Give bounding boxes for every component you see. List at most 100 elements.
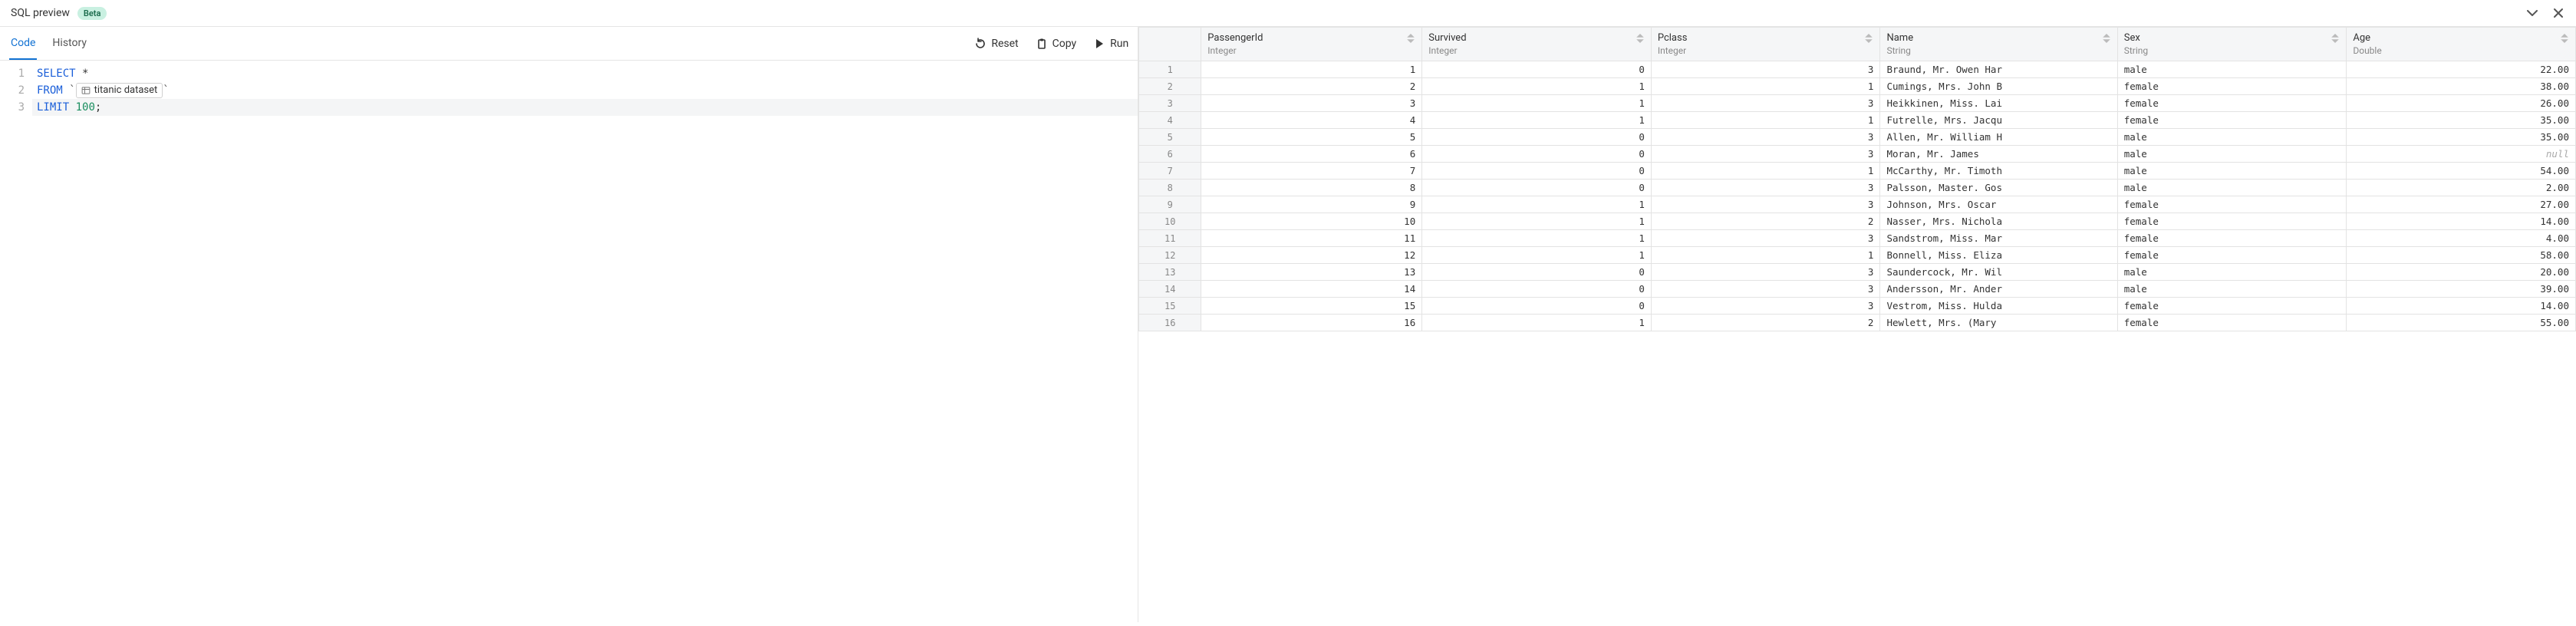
cell[interactable]: 12 bbox=[1201, 247, 1422, 264]
column-header[interactable]: AgeDouble bbox=[2347, 28, 2576, 61]
cell[interactable]: 10 bbox=[1201, 213, 1422, 230]
cell[interactable]: 8 bbox=[1201, 180, 1422, 196]
code-line[interactable]: SELECT * bbox=[32, 65, 1138, 82]
cell[interactable]: 7 bbox=[1201, 163, 1422, 180]
cell[interactable]: male bbox=[2117, 61, 2347, 78]
cell[interactable]: 2 bbox=[1651, 315, 1880, 331]
cell[interactable]: 1 bbox=[1422, 112, 1652, 129]
cell[interactable]: Johnson, Mrs. Oscar bbox=[1880, 196, 2117, 213]
cell[interactable]: female bbox=[2117, 95, 2347, 112]
cell[interactable]: 1 bbox=[1422, 247, 1652, 264]
sort-icon[interactable] bbox=[2102, 34, 2111, 43]
cell[interactable]: Andersson, Mr. Ander bbox=[1880, 281, 2117, 298]
table-row[interactable]: 4411Futrelle, Mrs. Jacqufemale35.00 bbox=[1139, 112, 2576, 129]
table-row[interactable]: 131303Saundercock, Mr. Wilmale20.00 bbox=[1139, 264, 2576, 281]
sort-icon[interactable] bbox=[2331, 34, 2340, 43]
grid-scroll[interactable]: PassengerIdIntegerSurvivedIntegerPclassI… bbox=[1138, 27, 2576, 622]
code-line[interactable]: FROM `titanic dataset` bbox=[32, 82, 1138, 99]
cell[interactable]: Hewlett, Mrs. (Mary bbox=[1880, 315, 2117, 331]
cell[interactable]: 35.00 bbox=[2347, 112, 2576, 129]
cell[interactable]: 3 bbox=[1651, 129, 1880, 146]
cell[interactable]: 3 bbox=[1651, 146, 1880, 163]
cell[interactable]: 54.00 bbox=[2347, 163, 2576, 180]
table-row[interactable]: 7701McCarthy, Mr. Timothmale54.00 bbox=[1139, 163, 2576, 180]
cell[interactable]: 14.00 bbox=[2347, 213, 2576, 230]
cell[interactable]: 2.00 bbox=[2347, 180, 2576, 196]
cell[interactable]: 0 bbox=[1422, 129, 1652, 146]
cell[interactable]: 26.00 bbox=[2347, 95, 2576, 112]
cell[interactable]: 0 bbox=[1422, 264, 1652, 281]
cell[interactable]: 20.00 bbox=[2347, 264, 2576, 281]
sort-icon[interactable] bbox=[2560, 34, 2569, 43]
copy-button[interactable]: Copy bbox=[1036, 38, 1077, 50]
reset-button[interactable]: Reset bbox=[974, 38, 1018, 50]
cell[interactable]: female bbox=[2117, 247, 2347, 264]
cell[interactable]: 27.00 bbox=[2347, 196, 2576, 213]
cell[interactable]: 13 bbox=[1201, 264, 1422, 281]
table-row[interactable]: 2211Cumings, Mrs. John Bfemale38.00 bbox=[1139, 78, 2576, 95]
table-row[interactable]: 111113Sandstrom, Miss. Marfemale4.00 bbox=[1139, 230, 2576, 247]
cell[interactable]: 3 bbox=[1651, 180, 1880, 196]
cell[interactable]: 58.00 bbox=[2347, 247, 2576, 264]
tab-code[interactable]: Code bbox=[9, 28, 37, 60]
cell[interactable]: 4 bbox=[1201, 112, 1422, 129]
cell[interactable]: female bbox=[2117, 196, 2347, 213]
cell[interactable]: 35.00 bbox=[2347, 129, 2576, 146]
cell[interactable]: 9 bbox=[1201, 196, 1422, 213]
cell[interactable]: 16 bbox=[1201, 315, 1422, 331]
cell[interactable]: 1 bbox=[1422, 315, 1652, 331]
cell[interactable]: male bbox=[2117, 180, 2347, 196]
cell[interactable]: Cumings, Mrs. John B bbox=[1880, 78, 2117, 95]
cell[interactable]: 0 bbox=[1422, 180, 1652, 196]
cell[interactable]: female bbox=[2117, 298, 2347, 315]
cell[interactable]: 1 bbox=[1651, 247, 1880, 264]
cell[interactable]: 3 bbox=[1651, 264, 1880, 281]
cell[interactable]: 1 bbox=[1651, 112, 1880, 129]
cell[interactable]: 0 bbox=[1422, 146, 1652, 163]
column-header[interactable]: PassengerIdInteger bbox=[1201, 28, 1422, 61]
dataset-chip[interactable]: titanic dataset bbox=[76, 83, 163, 98]
sql-editor[interactable]: 1 2 3 SELECT * FROM `titanic dataset` LI… bbox=[0, 61, 1138, 622]
cell[interactable]: 2 bbox=[1651, 213, 1880, 230]
cell[interactable]: 5 bbox=[1201, 129, 1422, 146]
cell[interactable]: 14.00 bbox=[2347, 298, 2576, 315]
column-header[interactable]: SurvivedInteger bbox=[1422, 28, 1652, 61]
cell[interactable]: 55.00 bbox=[2347, 315, 2576, 331]
table-row[interactable]: 6603Moran, Mr. Jamesmalenull bbox=[1139, 146, 2576, 163]
cell[interactable]: 22.00 bbox=[2347, 61, 2576, 78]
cell[interactable]: female bbox=[2117, 112, 2347, 129]
cell[interactable]: 1 bbox=[1201, 61, 1422, 78]
cell[interactable]: male bbox=[2117, 264, 2347, 281]
cell[interactable]: 0 bbox=[1422, 281, 1652, 298]
table-row[interactable]: 5503Allen, Mr. William Hmale35.00 bbox=[1139, 129, 2576, 146]
tab-history[interactable]: History bbox=[51, 28, 88, 60]
cell[interactable]: female bbox=[2117, 213, 2347, 230]
cell[interactable]: 3 bbox=[1651, 298, 1880, 315]
cell[interactable]: 1 bbox=[1422, 230, 1652, 247]
editor-code[interactable]: SELECT * FROM `titanic dataset` LIMIT 10… bbox=[32, 61, 1138, 622]
cell[interactable]: male bbox=[2117, 281, 2347, 298]
cell[interactable]: 0 bbox=[1422, 298, 1652, 315]
cell[interactable]: 3 bbox=[1651, 281, 1880, 298]
cell[interactable]: 1 bbox=[1422, 78, 1652, 95]
sort-icon[interactable] bbox=[1636, 34, 1645, 43]
cell[interactable]: 1 bbox=[1422, 213, 1652, 230]
cell[interactable]: Moran, Mr. James bbox=[1880, 146, 2117, 163]
cell[interactable]: 3 bbox=[1651, 61, 1880, 78]
cell[interactable]: Sandstrom, Miss. Mar bbox=[1880, 230, 2117, 247]
cell[interactable]: Saundercock, Mr. Wil bbox=[1880, 264, 2117, 281]
cell[interactable]: 0 bbox=[1422, 61, 1652, 78]
column-header[interactable]: PclassInteger bbox=[1651, 28, 1880, 61]
close-icon[interactable] bbox=[2551, 6, 2565, 20]
table-row[interactable]: 151503Vestrom, Miss. Huldafemale14.00 bbox=[1139, 298, 2576, 315]
cell[interactable]: Braund, Mr. Owen Har bbox=[1880, 61, 2117, 78]
cell[interactable]: 4.00 bbox=[2347, 230, 2576, 247]
cell[interactable]: female bbox=[2117, 230, 2347, 247]
cell[interactable]: male bbox=[2117, 146, 2347, 163]
cell[interactable]: Palsson, Master. Gos bbox=[1880, 180, 2117, 196]
sort-icon[interactable] bbox=[1864, 34, 1873, 43]
cell[interactable]: Vestrom, Miss. Hulda bbox=[1880, 298, 2117, 315]
cell[interactable]: 3 bbox=[1201, 95, 1422, 112]
cell[interactable]: male bbox=[2117, 163, 2347, 180]
table-row[interactable]: 8803Palsson, Master. Gosmale2.00 bbox=[1139, 180, 2576, 196]
